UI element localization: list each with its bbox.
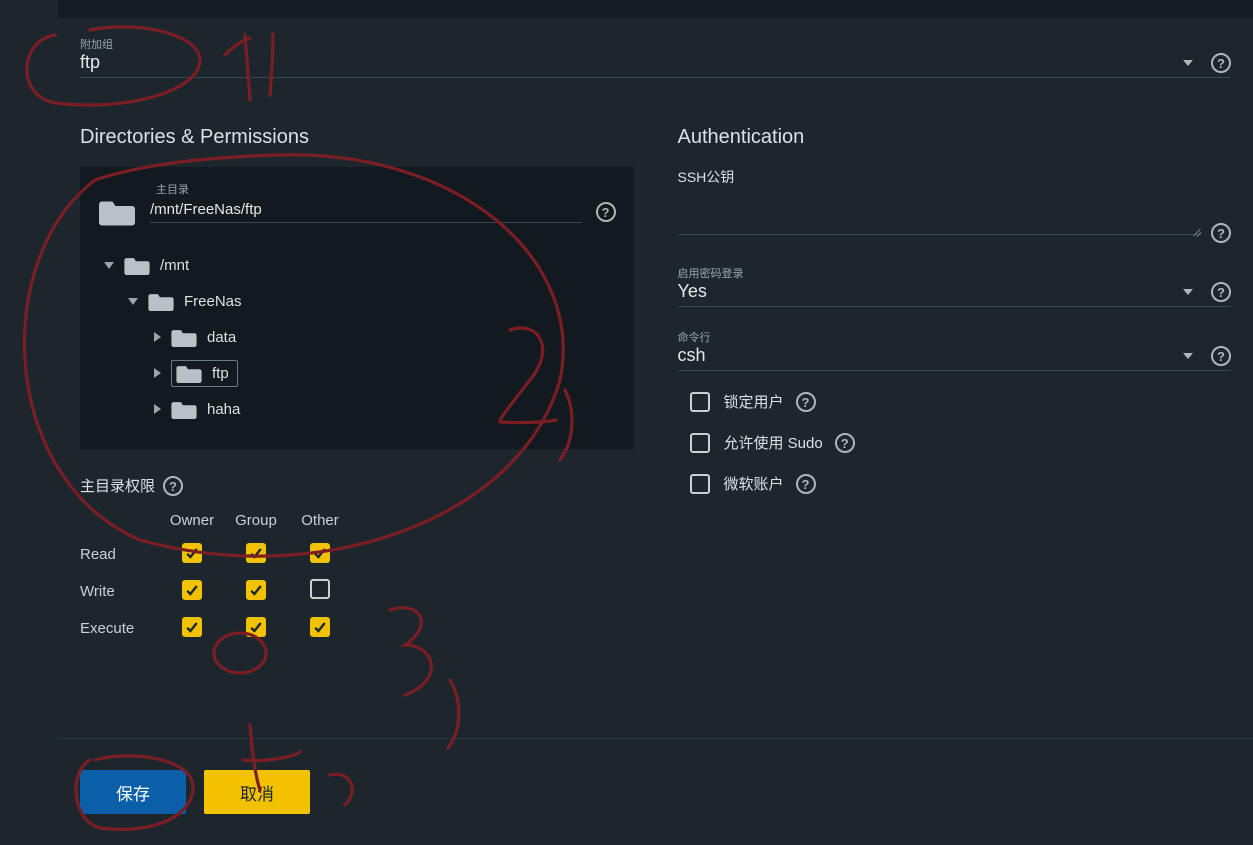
ssh-key-label: SSH公钥 xyxy=(678,167,1232,187)
help-icon[interactable]: ? xyxy=(163,476,183,496)
help-icon[interactable]: ? xyxy=(1211,346,1231,366)
help-icon[interactable]: ? xyxy=(835,433,855,453)
tree-label: /mnt xyxy=(160,257,189,274)
folder-icon xyxy=(124,255,150,276)
perm-checkbox[interactable] xyxy=(310,579,330,599)
auth-check-row: 微软账户? xyxy=(678,473,1232,494)
perm-row-label: Read xyxy=(80,546,160,563)
perm-row: Write xyxy=(80,579,634,603)
checkbox[interactable] xyxy=(690,474,710,494)
checkbox[interactable] xyxy=(690,433,710,453)
chevron-down-icon[interactable] xyxy=(104,262,114,269)
perm-col-group: Group xyxy=(224,512,288,529)
home-dir-path-input[interactable]: /mnt/FreeNas/ftp xyxy=(150,201,582,223)
shell-label: 命令行 xyxy=(678,329,1232,345)
chevron-right-icon[interactable] xyxy=(154,404,161,414)
chevron-down-icon[interactable] xyxy=(1183,289,1193,295)
shell-value: csh xyxy=(678,345,1184,366)
perm-checkbox[interactable] xyxy=(310,543,330,563)
checkbox[interactable] xyxy=(690,392,710,412)
help-icon[interactable]: ? xyxy=(1211,282,1231,302)
resize-handle-icon[interactable] xyxy=(1191,226,1201,236)
folder-icon xyxy=(98,197,136,227)
form-footer: 保存 取消 xyxy=(58,738,1253,845)
pwd-login-select[interactable]: Yes ? xyxy=(678,281,1232,307)
folder-icon xyxy=(176,363,202,384)
tree-label: FreeNas xyxy=(184,293,242,310)
tree-label: data xyxy=(207,329,236,346)
permissions-block: 主目录权限 ? Owner Group Other Read Write Execu… xyxy=(80,475,634,639)
tree-node-data[interactable]: data xyxy=(98,319,616,355)
perm-checkbox[interactable] xyxy=(246,543,266,563)
folder-icon xyxy=(148,291,174,312)
perm-col-other: Other xyxy=(288,512,352,529)
perm-checkbox[interactable] xyxy=(310,617,330,637)
auth-check-row: 锁定用户? xyxy=(678,391,1232,412)
save-button[interactable]: 保存 xyxy=(80,770,186,814)
auth-check-label: 锁定用户 xyxy=(724,391,784,412)
cancel-button[interactable]: 取消 xyxy=(204,770,310,814)
perm-col-owner: Owner xyxy=(160,512,224,529)
shell-select[interactable]: csh ? xyxy=(678,345,1232,371)
pwd-login-label: 启用密码登录 xyxy=(678,265,1232,281)
help-icon[interactable]: ? xyxy=(1211,223,1231,243)
tree-node-mnt[interactable]: /mnt xyxy=(98,247,616,283)
pwd-login-value: Yes xyxy=(678,281,1184,302)
perm-checkbox[interactable] xyxy=(246,580,266,600)
perm-row-label: Execute xyxy=(80,620,160,637)
aux-group-label: 附加组 xyxy=(80,36,1231,52)
authentication-title: Authentication xyxy=(678,126,1232,149)
perm-row-label: Write xyxy=(80,583,160,600)
perm-row: Read xyxy=(80,543,634,565)
help-icon[interactable]: ? xyxy=(596,202,616,222)
home-directory-browser: 主目录 /mnt/FreeNas/ftp ? /mnt xyxy=(80,167,634,449)
tree-label: ftp xyxy=(212,365,229,382)
tree-label: haha xyxy=(207,401,240,418)
auth-check-row: 允许使用 Sudo? xyxy=(678,432,1232,453)
chevron-down-icon[interactable] xyxy=(1183,60,1193,66)
auth-check-label: 微软账户 xyxy=(724,473,784,494)
chevron-down-icon[interactable] xyxy=(1183,353,1193,359)
tree-node-ftp[interactable]: ftp xyxy=(98,355,616,391)
chevron-right-icon[interactable] xyxy=(154,368,161,378)
home-dir-label: 主目录 xyxy=(156,181,616,197)
ssh-key-textarea[interactable] xyxy=(678,232,1202,235)
window-top-strip xyxy=(58,0,1253,18)
perm-checkbox[interactable] xyxy=(182,543,202,563)
aux-group-value: ftp xyxy=(80,52,1183,73)
perm-checkbox[interactable] xyxy=(246,617,266,637)
help-icon[interactable]: ? xyxy=(796,474,816,494)
perm-row: Execute xyxy=(80,617,634,639)
folder-icon xyxy=(171,399,197,420)
folder-icon xyxy=(171,327,197,348)
help-icon[interactable]: ? xyxy=(1211,53,1231,73)
perm-checkbox[interactable] xyxy=(182,617,202,637)
permissions-title: 主目录权限 xyxy=(80,475,155,496)
aux-group-field[interactable]: 附加组 ftp ? xyxy=(80,36,1231,78)
chevron-right-icon[interactable] xyxy=(154,332,161,342)
perm-checkbox[interactable] xyxy=(182,580,202,600)
directories-permissions-title: Directories & Permissions xyxy=(80,126,634,149)
chevron-down-icon[interactable] xyxy=(128,298,138,305)
tree-node-haha[interactable]: haha xyxy=(98,391,616,427)
auth-check-label: 允许使用 Sudo xyxy=(724,432,823,453)
tree-node-freenas[interactable]: FreeNas xyxy=(98,283,616,319)
help-icon[interactable]: ? xyxy=(796,392,816,412)
